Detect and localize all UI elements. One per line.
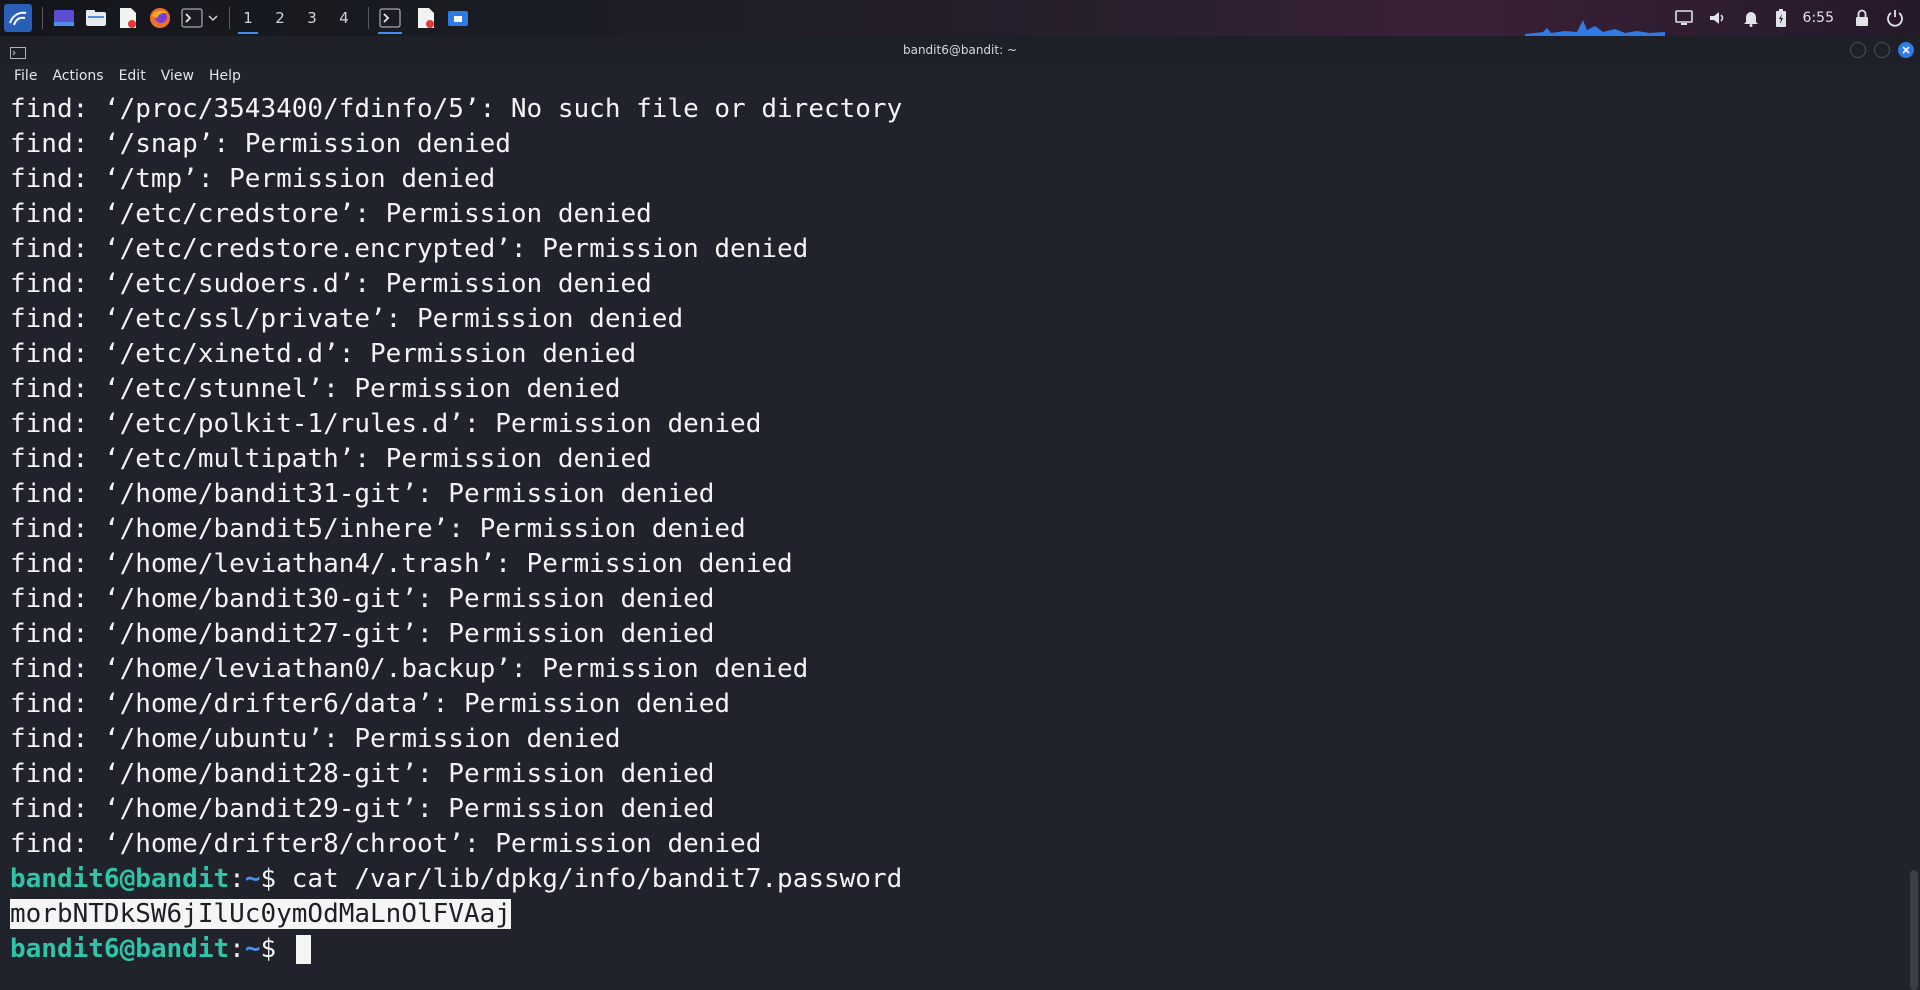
output-line: find: ‘/etc/ssl/private’: Permission den… [10, 304, 684, 334]
prompt-symbol: $ [260, 934, 292, 964]
menu-help[interactable]: Help [209, 68, 241, 84]
output-line: find: ‘/home/bandit27-git’: Permission d… [10, 619, 715, 649]
output-line: find: ‘/etc/credstore.encrypted’: Permis… [10, 234, 809, 264]
selected-password-text[interactable]: morbNTDkSW6jIlUc0ymOdMaLnOlFVAaj [10, 899, 511, 929]
output-line: find: ‘/home/bandit28-git’: Permission d… [10, 759, 715, 789]
window-titlebar[interactable]: bandit6@bandit: ~ [0, 36, 1920, 64]
output-line: find: ‘/etc/polkit-1/rules.d’: Permissio… [10, 409, 762, 439]
terminal-icon[interactable] [181, 7, 203, 29]
terminal-window: bandit6@bandit: ~ File Actions Edit View… [0, 36, 1920, 990]
power-icon[interactable] [1886, 9, 1904, 27]
window-controls [1842, 42, 1914, 58]
output-line: find: ‘/home/bandit5/inhere’: Permission… [10, 514, 746, 544]
menu-actions[interactable]: Actions [52, 68, 103, 84]
output-line: find: ‘/etc/xinetd.d’: Permission denied [10, 339, 637, 369]
prompt-user: bandit6@bandit [10, 934, 230, 964]
output-line: find: ‘/etc/stunnel’: Permission denied [10, 374, 621, 404]
prompt-user: bandit6@bandit [10, 864, 230, 894]
prompt-path: ~ [244, 864, 261, 894]
output-line: find: ‘/etc/multipath’: Permission denie… [10, 444, 652, 474]
screenshot-task-icon[interactable] [447, 7, 469, 29]
network-graph [1525, 20, 1665, 36]
display-icon[interactable] [1674, 10, 1693, 26]
output-line: find: ‘/proc/3543400/fdinfo/5’: No such … [10, 94, 903, 124]
terminal-scrollbar[interactable] [1908, 90, 1920, 990]
prompt-separator: : [229, 934, 245, 964]
output-line: find: ‘/home/leviathan4/.trash’: Permiss… [10, 549, 793, 579]
output-line: find: ‘/tmp’: Permission denied [10, 164, 496, 194]
menu-bar: File Actions Edit View Help [0, 64, 1920, 88]
output-line: find: ‘/home/drifter6/data’: Permission … [10, 689, 731, 719]
active-prompt-line[interactable]: bandit6@bandit:~$ [10, 932, 311, 967]
bell-icon[interactable] [1743, 10, 1759, 27]
output-line: find: ‘/home/leviathan0/.backup’: Permis… [10, 654, 809, 684]
output-line: find: ‘/home/bandit29-git’: Permission d… [10, 794, 715, 824]
output-line: find: ‘/home/drifter8/chroot’: Permissio… [10, 829, 762, 859]
firefox-icon[interactable] [149, 7, 171, 29]
terminal-output[interactable]: find: ‘/proc/3543400/fdinfo/5’: No such … [0, 90, 1908, 990]
workspace-3[interactable]: 3 [298, 0, 326, 36]
command-text: cat /var/lib/dpkg/info/bandit7.password [291, 864, 903, 894]
chevron-down-icon[interactable] [207, 7, 219, 29]
output-line: find: ‘/home/bandit30-git’: Permission d… [10, 584, 715, 614]
lock-icon[interactable] [1854, 9, 1870, 27]
battery-icon[interactable] [1775, 8, 1787, 28]
minimize-button[interactable] [1850, 42, 1866, 58]
top-panel: 1 2 3 4 6:55 [0, 0, 1920, 36]
window-title: bandit6@bandit: ~ [902, 43, 1017, 57]
file-manager-icon[interactable] [85, 7, 107, 29]
text-editor-icon[interactable] [117, 7, 139, 29]
panel-separator [368, 7, 369, 29]
volume-icon[interactable] [1709, 10, 1727, 26]
maximize-button[interactable] [1874, 42, 1890, 58]
workspace-1[interactable]: 1 [234, 0, 262, 36]
command-line: bandit6@bandit:~$ cat /var/lib/dpkg/info… [10, 862, 902, 897]
prompt-separator: : [229, 864, 245, 894]
terminal-window-task[interactable] [375, 0, 405, 36]
panel-separator [42, 7, 43, 29]
password-output-line[interactable]: morbNTDkSW6jIlUc0ymOdMaLnOlFVAaj [10, 897, 511, 932]
prompt-symbol: $ [260, 864, 292, 894]
menu-edit[interactable]: Edit [119, 68, 146, 84]
menu-view[interactable]: View [161, 68, 194, 84]
close-icon [1902, 46, 1910, 54]
prompt-path: ~ [244, 934, 261, 964]
text-editor-task-icon[interactable] [415, 7, 437, 29]
menu-file[interactable]: File [14, 68, 37, 84]
workspace-4[interactable]: 4 [330, 0, 358, 36]
desktop-icon[interactable] [53, 7, 75, 29]
output-line: find: ‘/home/bandit31-git’: Permission d… [10, 479, 715, 509]
workspace-2[interactable]: 2 [266, 0, 294, 36]
kali-menu-icon[interactable] [4, 4, 32, 32]
output-line: find: ‘/etc/sudoers.d’: Permission denie… [10, 269, 652, 299]
output-line: find: ‘/snap’: Permission denied [10, 129, 511, 159]
text-cursor [295, 935, 311, 964]
close-button[interactable] [1898, 42, 1914, 58]
panel-separator [229, 7, 230, 29]
output-line: find: ‘/etc/credstore’: Permission denie… [10, 199, 652, 229]
window-menu-icon[interactable] [10, 44, 26, 63]
system-tray: 6:55 [1674, 0, 1920, 36]
scrollbar-thumb[interactable] [1910, 870, 1918, 990]
output-line: find: ‘/home/ubuntu’: Permission denied [10, 724, 621, 754]
clock[interactable]: 6:55 [1803, 10, 1834, 26]
